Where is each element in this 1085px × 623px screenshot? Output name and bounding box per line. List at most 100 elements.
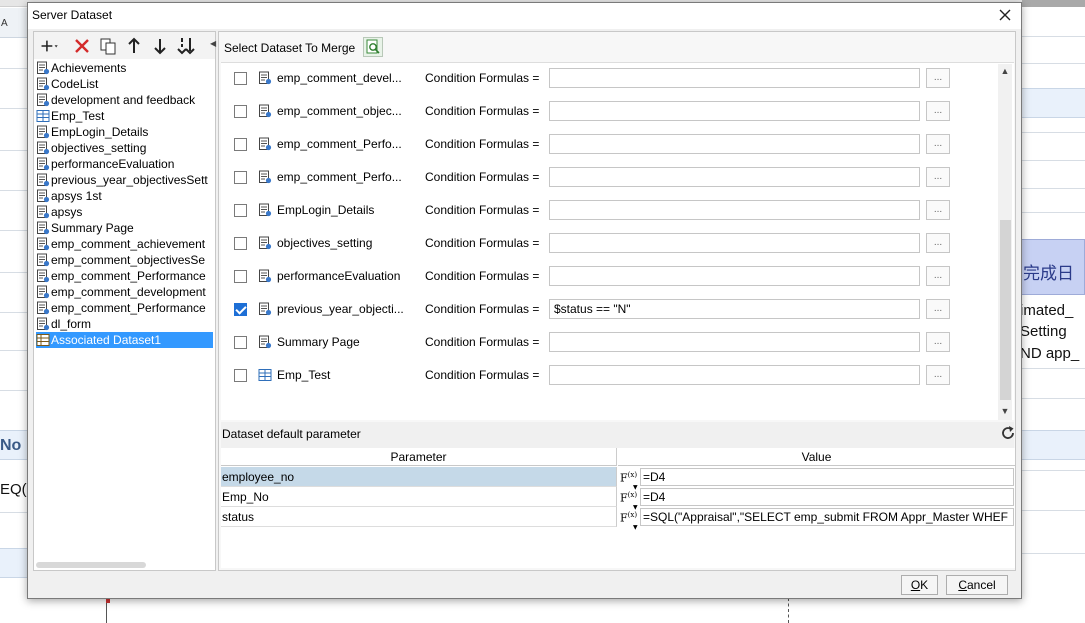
fx-icon: F — [620, 511, 628, 525]
dataset-icon — [36, 221, 50, 235]
condition-formula-input[interactable] — [549, 134, 920, 154]
formula-editor-button[interactable]: ... — [926, 332, 950, 352]
ok-button[interactable]: OK — [901, 575, 938, 595]
scroll-up-icon[interactable]: ▲ — [1000, 66, 1010, 76]
scroll-down-icon[interactable]: ▼ — [1000, 406, 1010, 416]
formula-editor-button[interactable]: ... — [926, 266, 950, 286]
tree-item[interactable]: emp_comment_Performance — [36, 300, 213, 316]
move-bottom-button[interactable] — [176, 36, 196, 56]
tree-item-label: EmpLogin_Details — [51, 125, 149, 139]
collapse-arrow-icon[interactable]: ◀ — [210, 39, 216, 48]
dataset-name: emp_comment_Perfo... — [277, 137, 402, 151]
tree-item[interactable]: Summary Page — [36, 220, 213, 236]
condition-formula-input[interactable]: $status == "N" — [549, 299, 920, 319]
merge-checkbox[interactable] — [234, 72, 247, 85]
merge-checkbox[interactable] — [234, 336, 247, 349]
delete-dataset-button[interactable] — [72, 36, 92, 56]
tree-item[interactable]: performanceEvaluation — [36, 156, 213, 172]
background-blue-row — [0, 548, 28, 578]
tree-item[interactable]: CodeList — [36, 76, 213, 92]
formula-editor-button[interactable]: ... — [926, 233, 950, 253]
copy-dataset-button[interactable] — [98, 36, 118, 56]
dataset-merge-row: emp_comment_Perfo... Condition Formulas =… — [221, 163, 1001, 196]
grid-line — [1020, 398, 1085, 399]
select-dataset-to-merge-label: Select Dataset To Merge — [224, 41, 356, 55]
merge-checkbox[interactable] — [234, 105, 247, 118]
cancel-button[interactable]: Cancel — [946, 575, 1008, 595]
tree-item[interactable]: previous_year_objectivesSett — [36, 172, 213, 188]
condition-formula-input[interactable] — [549, 332, 920, 352]
preview-merge-button[interactable] — [363, 37, 383, 57]
condition-formula-input[interactable] — [549, 68, 920, 88]
dataset-icon — [36, 61, 50, 75]
dataset-icon — [36, 205, 50, 219]
add-dataset-button[interactable] — [40, 36, 66, 56]
dataset-name: previous_year_objecti... — [277, 302, 404, 316]
tree-item-label: emp_comment_achievement — [51, 237, 206, 251]
dataset-icon — [36, 301, 50, 315]
formula-editor-button[interactable]: ... — [926, 200, 950, 220]
parameter-value-input[interactable]: =SQL("Appraisal","SELECT emp_submit FROM… — [640, 508, 1014, 526]
merge-checkbox[interactable] — [234, 237, 247, 250]
merge-checkbox[interactable] — [234, 204, 247, 217]
tree-item[interactable]: emp_comment_development — [36, 284, 213, 300]
parameter-row: Emp_No F(x) ▼ =D4 — [221, 487, 1015, 511]
tree-horizontal-scrollbar[interactable] — [36, 562, 146, 568]
formula-fx-button[interactable]: F(x) ▼ — [618, 468, 638, 491]
move-down-button[interactable] — [150, 36, 170, 56]
formula-editor-button[interactable]: ... — [926, 167, 950, 187]
tree-item[interactable]: Emp_Test — [36, 108, 213, 124]
merge-list-scrollbar[interactable]: ▲ ▼ — [998, 64, 1012, 420]
formula-editor-button[interactable]: ... — [926, 299, 950, 319]
refresh-button[interactable] — [999, 424, 1017, 442]
dataset-icon — [258, 170, 272, 184]
tree-item[interactable]: emp_comment_objectivesSe — [36, 252, 213, 268]
merge-checkbox[interactable] — [234, 369, 247, 382]
tree-item-label: emp_comment_objectivesSe — [51, 253, 206, 267]
parameter-name-cell[interactable]: status — [221, 507, 617, 527]
close-button[interactable] — [995, 5, 1015, 25]
tree-item[interactable]: Achievements — [36, 60, 213, 76]
formula-fx-button[interactable]: F(x) ▼ — [618, 488, 638, 511]
tree-item[interactable]: emp_comment_Performance — [36, 268, 213, 284]
parameter-name-cell[interactable]: employee_no — [221, 467, 617, 487]
parameter-value-input[interactable]: =D4 — [640, 488, 1014, 506]
dataset-name: objectives_setting — [277, 236, 373, 250]
formula-editor-button[interactable]: ... — [926, 68, 950, 88]
dataset-default-parameter-label: Dataset default parameter — [222, 427, 361, 441]
tree-item[interactable]: development and feedback — [36, 92, 213, 108]
ok-label: K — [920, 578, 929, 592]
tree-item-label: dl_form — [51, 317, 92, 331]
parameter-column-header: Parameter — [221, 448, 617, 466]
move-up-button[interactable] — [124, 36, 144, 56]
tree-item[interactable]: Associated Dataset1 — [36, 332, 213, 348]
formula-editor-button[interactable]: ... — [926, 101, 950, 121]
condition-formulas-label: Condition Formulas = — [425, 236, 540, 250]
merge-checkbox[interactable] — [234, 303, 247, 316]
formula-editor-button[interactable]: ... — [926, 134, 950, 154]
tree-item[interactable]: emp_comment_achievement — [36, 236, 213, 252]
merge-checkbox[interactable] — [234, 138, 247, 151]
formula-fx-button[interactable]: F(x) ▼ — [618, 508, 638, 531]
background-text: No — [0, 437, 22, 454]
condition-formula-input[interactable] — [549, 365, 920, 385]
tree-item[interactable]: EmpLogin_Details — [36, 124, 213, 140]
value-column-header: Value — [618, 448, 1015, 466]
merge-checkbox[interactable] — [234, 270, 247, 283]
condition-formula-input[interactable] — [549, 266, 920, 286]
condition-formula-input[interactable] — [549, 233, 920, 253]
tree-item[interactable]: dl_form — [36, 316, 213, 332]
dataset-name: emp_comment_devel... — [277, 71, 402, 85]
tree-item[interactable]: apsys 1st — [36, 188, 213, 204]
formula-editor-button[interactable]: ... — [926, 365, 950, 385]
tree-item[interactable]: apsys — [36, 204, 213, 220]
tree-item[interactable]: objectives_setting — [36, 140, 213, 156]
condition-formula-input[interactable] — [549, 101, 920, 121]
condition-formula-input[interactable] — [549, 200, 920, 220]
parameter-value-input[interactable]: =D4 — [640, 468, 1014, 486]
condition-formula-input[interactable] — [549, 167, 920, 187]
merge-checkbox[interactable] — [234, 171, 247, 184]
parameter-name-cell[interactable]: Emp_No — [221, 487, 617, 507]
dataset-merge-row: EmpLogin_Details Condition Formulas =... — [221, 196, 1001, 229]
scroll-thumb[interactable] — [1000, 220, 1011, 400]
